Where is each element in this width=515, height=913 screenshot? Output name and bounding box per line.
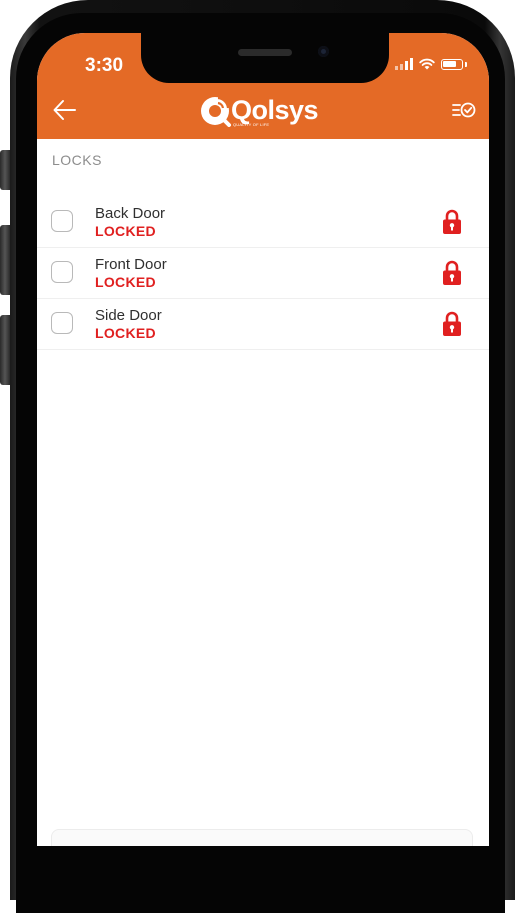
- battery-icon: [441, 58, 463, 70]
- lock-list: Back Door LOCKED Front Door LOCKED Side …: [37, 197, 489, 350]
- app-screen: 3:30 Qolsys QUALITY OF LIFE LOCKS Back D…: [37, 33, 489, 846]
- brand-name: Qolsys: [231, 94, 319, 125]
- lock-name: Back Door: [95, 205, 166, 222]
- status-icons: [395, 58, 467, 70]
- checklist-icon[interactable]: [451, 99, 477, 121]
- notch: [141, 33, 389, 83]
- arrow-left-icon[interactable]: [51, 97, 79, 123]
- logo-mark-icon: [201, 96, 231, 127]
- earpiece-speaker: [238, 49, 292, 56]
- front-camera: [318, 46, 329, 57]
- lock-status: LOCKED: [95, 223, 156, 239]
- lock-status: LOCKED: [95, 325, 156, 341]
- lock-row-side-door[interactable]: Side Door LOCKED: [37, 299, 489, 350]
- wifi-icon: [419, 58, 435, 70]
- lock-status: LOCKED: [95, 274, 156, 290]
- lock-checkbox[interactable]: [51, 210, 73, 232]
- app-header: 3:30 Qolsys QUALITY OF LIFE: [37, 33, 489, 139]
- padlock-icon[interactable]: [442, 311, 462, 337]
- lock-checkbox[interactable]: [51, 312, 73, 334]
- padlock-icon[interactable]: [442, 209, 462, 235]
- signal-icon: [395, 58, 413, 70]
- battery-nub: [465, 61, 467, 67]
- lock-row-front-door[interactable]: Front Door LOCKED: [37, 248, 489, 299]
- brand-logo: Qolsys QUALITY OF LIFE: [199, 93, 319, 127]
- padlock-icon[interactable]: [442, 260, 462, 286]
- lock-name: Front Door: [95, 256, 167, 273]
- brand-tagline: QUALITY OF LIFE: [233, 122, 270, 127]
- mute-switch: [0, 150, 10, 190]
- volume-down-button: [0, 315, 10, 385]
- lock-name: Side Door: [95, 307, 162, 324]
- status-time: 3:30: [85, 55, 124, 76]
- bottom-action-bar: [51, 829, 473, 846]
- section-title: LOCKS: [52, 152, 102, 168]
- lock-checkbox[interactable]: [51, 261, 73, 283]
- volume-up-button: [0, 225, 10, 295]
- lock-row-back-door[interactable]: Back Door LOCKED: [37, 197, 489, 248]
